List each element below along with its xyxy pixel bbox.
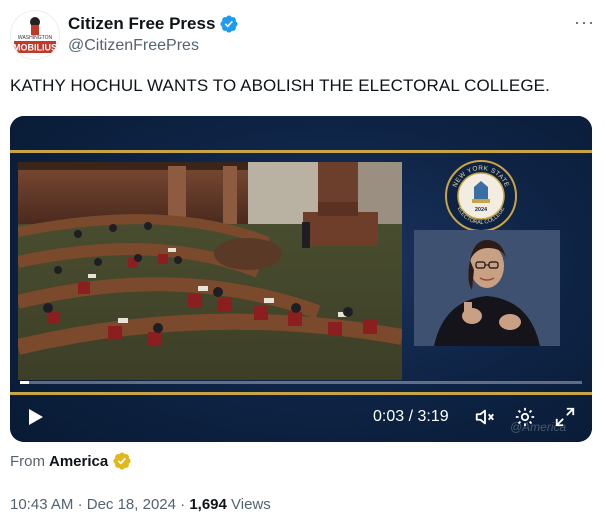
- video-player[interactable]: NEW YORK STATE ELECTORAL COLLEGE 2024 0:…: [10, 116, 592, 442]
- tweet-header: WASHINGTON MOBILIUS Citizen Free Press @…: [10, 10, 595, 62]
- tweet-time[interactable]: 10:43 AM: [10, 496, 73, 513]
- display-name[interactable]: Citizen Free Press: [68, 13, 215, 34]
- verified-badge-icon[interactable]: [219, 14, 239, 34]
- sign-language-interpreter-frame: [414, 230, 560, 346]
- video-progress-bar[interactable]: [20, 381, 582, 384]
- gold-divider-bottom: [10, 392, 592, 395]
- views-count: 1,694: [189, 496, 227, 513]
- chamber-video-frame: [18, 162, 402, 380]
- state-seal-icon: NEW YORK STATE ELECTORAL COLLEGE 2024: [445, 160, 517, 232]
- video-progress-fill: [20, 381, 29, 384]
- avatar-logo-icon: WASHINGTON MOBILIUS: [13, 17, 57, 53]
- meta-separator: ·: [77, 496, 83, 513]
- seal-year: 2024: [475, 207, 488, 213]
- video-time: 0:03 / 3:19: [373, 408, 449, 425]
- avatar[interactable]: WASHINGTON MOBILIUS: [10, 10, 60, 60]
- mute-icon[interactable]: [474, 406, 496, 428]
- gold-divider-top: [10, 150, 592, 153]
- meta-separator: ·: [180, 496, 186, 513]
- video-watermark: @America: [510, 420, 567, 434]
- source-line: From America: [10, 451, 132, 471]
- tweet-meta: 10:43 AM · Dec 18, 2024 · 1,694 Views: [10, 496, 271, 513]
- source-name[interactable]: America: [49, 453, 108, 470]
- views-label: Views: [231, 496, 271, 513]
- source-prefix: From: [10, 452, 45, 470]
- video-controls: 0:03 / 3:19: [10, 396, 592, 436]
- more-icon[interactable]: ···: [574, 12, 595, 33]
- avatar-logo-text: MOBILIUS: [13, 43, 57, 53]
- tweet-text: KATHY HOCHUL WANTS TO ABOLISH THE ELECTO…: [10, 76, 550, 95]
- avatar-top-text: WASHINGTON: [18, 35, 53, 41]
- gold-badge-icon: [113, 452, 131, 470]
- tweet-date[interactable]: Dec 18, 2024: [87, 496, 176, 513]
- play-icon[interactable]: [28, 408, 44, 426]
- handle[interactable]: @CitizenFreePres: [68, 37, 239, 55]
